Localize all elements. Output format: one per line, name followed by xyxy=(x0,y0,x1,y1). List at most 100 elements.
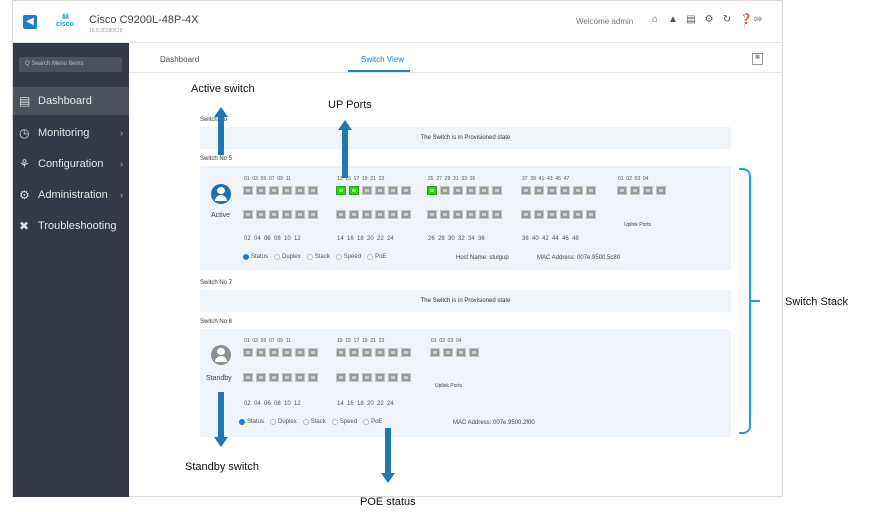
port[interactable] xyxy=(256,210,266,219)
tab-dashboard[interactable]: Dashboard xyxy=(160,55,199,64)
port[interactable] xyxy=(362,348,372,357)
port[interactable] xyxy=(388,210,398,219)
port[interactable] xyxy=(388,186,398,195)
port[interactable] xyxy=(295,348,305,357)
port[interactable] xyxy=(466,210,476,219)
port[interactable] xyxy=(256,373,266,382)
uplink-port[interactable] xyxy=(643,186,653,195)
port[interactable] xyxy=(362,186,372,195)
port[interactable] xyxy=(282,210,292,219)
sync-icon[interactable]: ↻ xyxy=(722,14,732,25)
port-up[interactable] xyxy=(336,186,346,195)
port[interactable] xyxy=(427,210,437,219)
port[interactable] xyxy=(375,186,385,195)
sidebar-item-troubleshooting[interactable]: ✖ Troubleshooting xyxy=(13,212,129,240)
port[interactable] xyxy=(282,348,292,357)
port[interactable] xyxy=(375,348,385,357)
port[interactable] xyxy=(308,210,318,219)
radio-speed[interactable]: Speed xyxy=(331,419,357,425)
port[interactable] xyxy=(362,210,372,219)
search-input[interactable]: Q Search Menu Items xyxy=(19,57,122,72)
port-up[interactable] xyxy=(427,186,437,195)
radio-status[interactable]: Status xyxy=(239,419,264,425)
port[interactable] xyxy=(560,186,570,195)
port[interactable] xyxy=(269,186,279,195)
port[interactable] xyxy=(479,186,489,195)
uplink-port[interactable] xyxy=(443,348,453,357)
port[interactable] xyxy=(521,210,531,219)
uplink-port[interactable] xyxy=(456,348,466,357)
port[interactable] xyxy=(534,210,544,219)
help-icon[interactable]: ❓ xyxy=(740,14,752,25)
port[interactable] xyxy=(282,186,292,195)
port[interactable] xyxy=(256,348,266,357)
logout-icon[interactable]: ⇰ xyxy=(754,14,762,25)
port[interactable] xyxy=(349,210,359,219)
port[interactable] xyxy=(243,348,253,357)
port[interactable] xyxy=(295,373,305,382)
port[interactable] xyxy=(256,186,266,195)
port[interactable] xyxy=(440,186,450,195)
home-icon[interactable]: ⌂ xyxy=(650,14,660,25)
port[interactable] xyxy=(388,348,398,357)
port[interactable] xyxy=(269,348,279,357)
port[interactable] xyxy=(349,373,359,382)
port[interactable] xyxy=(308,348,318,357)
alert-icon[interactable]: ▲ xyxy=(668,14,678,25)
back-arrow-icon[interactable]: ◀ xyxy=(23,15,37,29)
port[interactable] xyxy=(336,348,346,357)
radio-stack[interactable]: Stack xyxy=(302,419,326,425)
port[interactable] xyxy=(534,186,544,195)
port[interactable] xyxy=(453,186,463,195)
port[interactable] xyxy=(375,210,385,219)
radio-status[interactable]: Status xyxy=(243,254,268,260)
radio-duplex[interactable]: Duplex xyxy=(274,254,301,260)
port[interactable] xyxy=(573,186,583,195)
port[interactable] xyxy=(521,186,531,195)
port[interactable] xyxy=(362,373,372,382)
port[interactable] xyxy=(336,210,346,219)
sidebar-item-administration[interactable]: ⚙ Administration › xyxy=(13,181,129,209)
uplink-port[interactable] xyxy=(469,348,479,357)
port[interactable] xyxy=(308,186,318,195)
port[interactable] xyxy=(308,373,318,382)
port[interactable] xyxy=(453,210,463,219)
uplink-port[interactable] xyxy=(656,186,666,195)
port[interactable] xyxy=(492,210,502,219)
port[interactable] xyxy=(560,210,570,219)
panel-toggle-icon[interactable]: ▦ xyxy=(752,53,763,65)
gear-icon[interactable]: ⚙ xyxy=(704,14,714,25)
port-up[interactable] xyxy=(349,186,359,195)
port[interactable] xyxy=(401,348,411,357)
port[interactable] xyxy=(282,373,292,382)
port[interactable] xyxy=(401,186,411,195)
uplink-port[interactable] xyxy=(430,348,440,357)
port[interactable] xyxy=(573,210,583,219)
port[interactable] xyxy=(586,210,596,219)
port[interactable] xyxy=(492,186,502,195)
sidebar-item-monitoring[interactable]: ◷ Monitoring › xyxy=(13,119,129,147)
port[interactable] xyxy=(375,373,385,382)
port[interactable] xyxy=(401,373,411,382)
port[interactable] xyxy=(295,210,305,219)
port[interactable] xyxy=(349,348,359,357)
radio-poe[interactable]: PoE xyxy=(363,419,382,425)
tab-switch-view[interactable]: Switch View xyxy=(361,55,404,64)
port[interactable] xyxy=(466,186,476,195)
port[interactable] xyxy=(440,210,450,219)
port[interactable] xyxy=(243,186,253,195)
uplink-port[interactable] xyxy=(630,186,640,195)
save-icon[interactable]: ▤ xyxy=(686,14,696,25)
port[interactable] xyxy=(269,373,279,382)
sidebar-item-dashboard[interactable]: ▤ Dashboard xyxy=(13,87,129,115)
radio-stack[interactable]: Stack xyxy=(306,254,330,260)
radio-speed[interactable]: Speed xyxy=(335,254,361,260)
port[interactable] xyxy=(269,210,279,219)
port[interactable] xyxy=(388,373,398,382)
port[interactable] xyxy=(243,373,253,382)
port[interactable] xyxy=(401,210,411,219)
uplink-port[interactable] xyxy=(617,186,627,195)
sidebar-item-configuration[interactable]: ⚘ Configuration › xyxy=(13,150,129,178)
port[interactable] xyxy=(479,210,489,219)
radio-duplex[interactable]: Duplex xyxy=(270,419,297,425)
